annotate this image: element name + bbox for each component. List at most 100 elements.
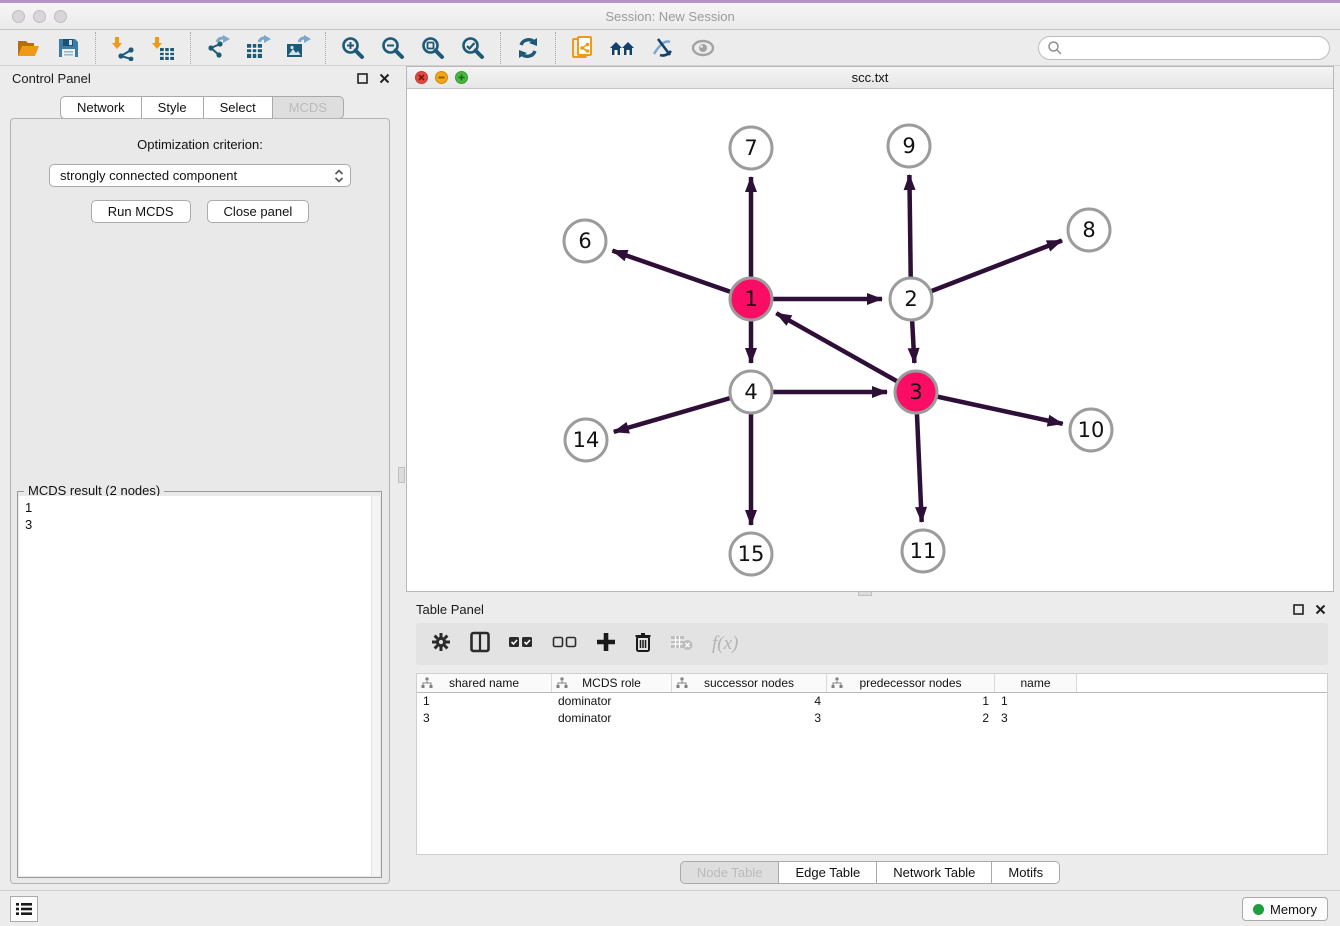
- tab-style[interactable]: Style: [142, 96, 204, 119]
- create-column-icon[interactable]: [596, 632, 616, 657]
- network-view-window: scc.txt 7 9 6 8 1 2 4 3 14 10 15 11: [406, 66, 1334, 592]
- graph-node-2[interactable]: 2: [890, 278, 932, 320]
- export-table-icon[interactable]: [243, 33, 273, 63]
- zoom-in-icon[interactable]: [338, 33, 368, 63]
- cell-mcds-role[interactable]: dominator: [552, 693, 672, 710]
- memory-status-dot: [1253, 904, 1264, 915]
- svg-text:11: 11: [910, 539, 937, 563]
- delete-column-trash-icon[interactable]: [634, 631, 652, 658]
- table-settings-gear-icon[interactable]: [430, 631, 452, 658]
- tab-select[interactable]: Select: [204, 96, 273, 119]
- optimization-select[interactable]: strongly connected component: [49, 164, 351, 187]
- cell-name[interactable]: 1: [995, 693, 1077, 710]
- cell-predecessor-nodes[interactable]: 2: [827, 710, 995, 727]
- graph-node-14[interactable]: 14: [565, 419, 607, 461]
- svg-text:7: 7: [744, 136, 757, 160]
- network-minimize-button[interactable]: [435, 71, 448, 84]
- tab-mcds[interactable]: MCDS: [273, 96, 344, 119]
- eye-icon[interactable]: [688, 33, 718, 63]
- clone-network-icon[interactable]: [568, 33, 598, 63]
- select-all-columns-icon[interactable]: [508, 634, 534, 655]
- close-panel-icon[interactable]: [376, 70, 392, 86]
- graph-node-3[interactable]: 3: [895, 371, 937, 413]
- tab-network[interactable]: Network: [60, 96, 142, 119]
- export-network-icon[interactable]: [203, 33, 233, 63]
- graph-node-1[interactable]: 1: [730, 278, 772, 320]
- control-panel-tabs: Network Style Select MCDS: [6, 96, 398, 119]
- vertical-splitter-handle[interactable]: [398, 467, 405, 483]
- column-header-successor-nodes[interactable]: successor nodes: [672, 674, 827, 692]
- cell-shared-name[interactable]: 3: [417, 710, 552, 727]
- graph-node-6[interactable]: 6: [564, 220, 606, 262]
- column-header-shared-name[interactable]: shared name: [417, 674, 552, 692]
- cell-predecessor-nodes[interactable]: 1: [827, 693, 995, 710]
- memory-button[interactable]: Memory: [1242, 897, 1328, 921]
- tab-node-table[interactable]: Node Table: [680, 861, 780, 884]
- zoom-fit-icon[interactable]: [418, 33, 448, 63]
- float-panel-icon[interactable]: [354, 70, 370, 86]
- refresh-layout-icon[interactable]: [513, 33, 543, 63]
- table-row[interactable]: 3 dominator 3 2 3: [417, 710, 1327, 727]
- svg-text:4: 4: [744, 380, 757, 404]
- network-window-titlebar[interactable]: scc.txt: [407, 67, 1333, 89]
- cell-name[interactable]: 3: [995, 710, 1077, 727]
- network-close-button[interactable]: [415, 71, 428, 84]
- export-image-icon[interactable]: [283, 33, 313, 63]
- open-session-icon[interactable]: [13, 33, 43, 63]
- node-table[interactable]: shared name MCDS role successor nodes pr…: [416, 673, 1328, 855]
- graph-edge-3-10: [916, 392, 1063, 424]
- graph-edge-2-8: [911, 241, 1062, 300]
- save-session-icon[interactable]: [53, 33, 83, 63]
- deselect-all-columns-icon[interactable]: [552, 634, 578, 655]
- tab-network-table[interactable]: Network Table: [877, 861, 992, 884]
- cell-shared-name[interactable]: 1: [417, 693, 552, 710]
- network-canvas[interactable]: 7 9 6 8 1 2 4 3 14 10 15 11: [407, 90, 1333, 591]
- float-table-panel-icon[interactable]: [1290, 601, 1306, 617]
- close-table-panel-icon[interactable]: [1312, 601, 1328, 617]
- column-header-mcds-role[interactable]: MCDS role: [552, 674, 672, 692]
- tab-motifs[interactable]: Motifs: [992, 861, 1060, 884]
- graph-node-9[interactable]: 9: [888, 125, 930, 167]
- hierarchy-icon: [556, 677, 568, 692]
- zoom-selected-icon[interactable]: [458, 33, 488, 63]
- table-row[interactable]: 1 dominator 4 1 1: [417, 693, 1327, 710]
- task-history-button[interactable]: [10, 896, 38, 922]
- table-panel-title: Table Panel: [412, 602, 484, 617]
- cell-successor-nodes[interactable]: 4: [672, 693, 827, 710]
- close-panel-button[interactable]: Close panel: [207, 200, 310, 223]
- graph-edge-3-1: [776, 313, 916, 392]
- home-neighbors-icon[interactable]: [608, 33, 638, 63]
- toolbar-separator: [500, 32, 501, 64]
- mcds-result-box[interactable]: 1 3: [19, 496, 380, 876]
- import-network-icon[interactable]: [108, 33, 138, 63]
- graph-node-8[interactable]: 8: [1068, 209, 1110, 251]
- graph-node-10[interactable]: 10: [1070, 409, 1112, 451]
- window-title: Session: New Session: [0, 9, 1340, 24]
- table-panel: Table Panel: [406, 597, 1334, 888]
- graph-node-11[interactable]: 11: [902, 530, 944, 572]
- cell-successor-nodes[interactable]: 3: [672, 710, 827, 727]
- svg-text:9: 9: [902, 134, 915, 158]
- tab-edge-table[interactable]: Edge Table: [779, 861, 877, 884]
- toolbar-separator: [555, 32, 556, 64]
- network-zoom-button[interactable]: [455, 71, 468, 84]
- search-input[interactable]: [1038, 36, 1330, 60]
- show-columns-icon[interactable]: [470, 631, 490, 658]
- mcds-result-scrollbar[interactable]: [371, 496, 380, 876]
- graph-node-7[interactable]: 7: [730, 127, 772, 169]
- search-icon: [1047, 40, 1063, 56]
- hierarchy-icon: [676, 677, 688, 692]
- toolbar-separator: [190, 32, 191, 64]
- cell-mcds-role[interactable]: dominator: [552, 710, 672, 727]
- toolbar-separator: [95, 32, 96, 64]
- column-header-predecessor-nodes[interactable]: predecessor nodes: [827, 674, 995, 692]
- graph-node-4[interactable]: 4: [730, 371, 772, 413]
- column-header-name[interactable]: name: [995, 674, 1077, 692]
- graph-node-15[interactable]: 15: [730, 533, 772, 575]
- main-toolbar: [0, 30, 1340, 66]
- import-table-icon[interactable]: [148, 33, 178, 63]
- zoom-out-icon[interactable]: [378, 33, 408, 63]
- graphics-details-icon[interactable]: [648, 33, 678, 63]
- run-mcds-button[interactable]: Run MCDS: [91, 200, 191, 223]
- network-window-title: scc.txt: [407, 67, 1333, 89]
